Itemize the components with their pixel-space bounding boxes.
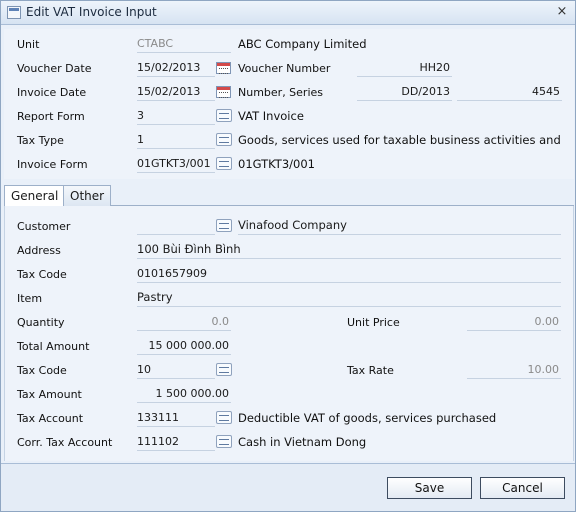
customer-name-field[interactable]: Vinafood Company [238,216,561,235]
corr-tax-account-name: Cash in Vietnam Dong [238,435,367,449]
unit-label: Unit [17,38,40,51]
corr-tax-account-label: Corr. Tax Account [17,436,113,449]
tax-amount-label: Tax Amount [17,388,82,401]
tax-rate-label: Tax Rate [347,364,394,377]
tax-account-label: Tax Account [17,412,84,425]
calendar-icon[interactable] [216,62,231,74]
save-button[interactable]: Save [387,477,472,499]
header-panel: Unit CTABC ABC Company Limited Voucher D… [4,29,574,179]
tab-other[interactable]: Other [63,185,112,206]
tab-general[interactable]: General [4,185,66,207]
address-label: Address [17,244,61,257]
invoice-date-label: Invoice Date [17,86,87,99]
lookup-icon[interactable] [216,411,232,424]
general-tab-panel: Customer Vinafood Company Address 100 Bù… [4,206,574,461]
unit-code-field[interactable]: CTABC [137,34,231,53]
lookup-icon[interactable] [216,109,232,122]
report-form-label: Report Form [17,110,85,123]
window-title: Edit VAT Invoice Input [26,5,157,19]
vat-code-label: Tax Code [17,364,67,377]
tab-strip: General Other [4,184,574,207]
cancel-button[interactable]: Cancel [480,477,565,499]
tax-type-field[interactable]: 1 [137,130,215,149]
invoice-form-field[interactable]: 01GTKT3/001 [137,154,215,173]
calendar-icon[interactable] [216,86,231,98]
item-field[interactable]: Pastry [137,288,561,307]
unit-name: ABC Company Limited [238,37,367,51]
tax-code-label: Tax Code [17,268,67,281]
customer-code-field[interactable] [137,216,215,235]
window-icon [7,6,21,19]
lookup-icon[interactable] [216,133,232,146]
total-amount-label: Total Amount [17,340,90,353]
lookup-icon[interactable] [216,435,232,448]
invoice-form-name: 01GTKT3/001 [238,157,315,171]
invoice-form-label: Invoice Form [17,158,88,171]
report-form-field[interactable]: 3 [137,106,215,125]
unit-price-label: Unit Price [347,316,400,329]
tax-account-name: Deductible VAT of goods, services purcha… [238,411,497,425]
voucher-number-label: Voucher Number [238,62,331,75]
invoice-number-field[interactable]: 4545 [457,82,562,101]
unit-price-field[interactable]: 0.00 [467,312,561,331]
number-series-label: Number, Series [238,86,324,99]
invoice-date-field[interactable]: 15/02/2013 [137,82,215,101]
vat-code-field[interactable]: 10 [137,360,215,379]
quantity-label: Quantity [17,316,65,329]
edit-vat-invoice-window: Edit VAT Invoice Input × Unit CTABC ABC … [0,0,576,512]
close-icon[interactable]: × [555,5,569,19]
tax-rate-field[interactable]: 10.00 [467,360,561,379]
lookup-icon[interactable] [216,363,232,376]
voucher-date-field[interactable]: 15/02/2013 [137,58,215,77]
corr-tax-account-field[interactable]: 111102 [137,432,215,451]
quantity-field[interactable]: 0.0 [137,312,231,331]
voucher-date-label: Voucher Date [17,62,92,75]
lookup-icon[interactable] [216,219,232,232]
title-bar: Edit VAT Invoice Input × [1,1,575,25]
tax-code-field[interactable]: 0101657909 [137,264,561,283]
voucher-number-field[interactable]: HH20 [357,58,452,77]
tax-type-label: Tax Type [17,134,64,147]
series-field[interactable]: DD/2013 [357,82,452,101]
total-amount-field[interactable]: 15 000 000.00 [137,336,231,355]
tax-account-field[interactable]: 133111 [137,408,215,427]
address-field[interactable]: 100 Bùi Đình Bình [137,240,561,259]
report-form-name: VAT Invoice [238,109,304,123]
dialog-footer: Save Cancel [1,463,575,511]
customer-label: Customer [17,220,71,233]
lookup-icon[interactable] [216,157,232,170]
item-label: Item [17,292,43,305]
tax-amount-field[interactable]: 1 500 000.00 [137,384,231,403]
tax-type-name: Goods, services used for taxable busines… [238,133,561,147]
